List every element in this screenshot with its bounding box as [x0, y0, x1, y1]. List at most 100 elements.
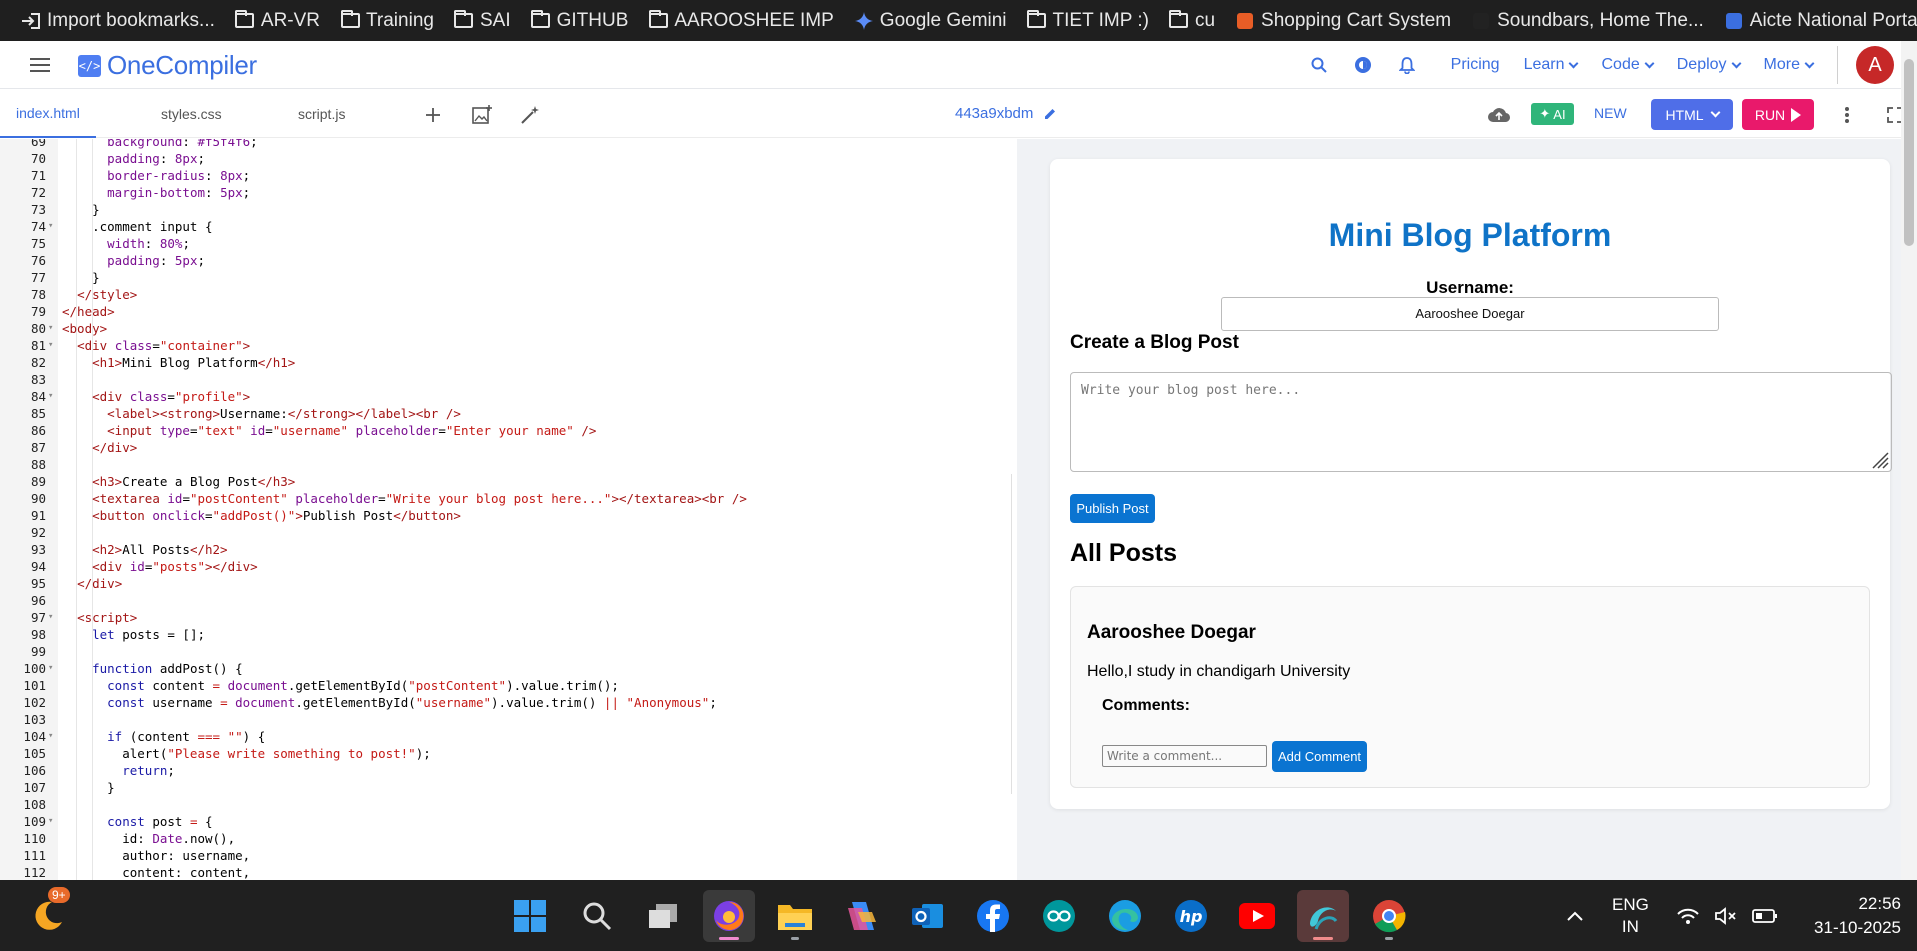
username-input[interactable]: Aarooshee Doegar: [1221, 297, 1719, 331]
volume-muted-icon[interactable]: [1714, 906, 1738, 925]
outlook-icon[interactable]: [901, 890, 953, 942]
scrollbar-thumb[interactable]: [1904, 59, 1914, 246]
fold-arrow-icon[interactable]: ▾: [48, 813, 53, 830]
bookmark-item[interactable]: TIET IMP :): [1018, 0, 1160, 41]
hp-icon[interactable]: hp: [1165, 890, 1217, 942]
bookmark-label: Shopping Cart System: [1261, 9, 1452, 31]
code-line: 112 content: content,: [0, 864, 1016, 880]
post-content-textarea[interactable]: Write your blog post here...: [1070, 372, 1892, 472]
nav-code[interactable]: Code: [1589, 56, 1664, 74]
nav-more[interactable]: More: [1752, 56, 1825, 74]
code-editor[interactable]: 69 background: #f5f4f6; 70 padding: 8px; 7…: [0, 139, 1016, 880]
cloud-upload-icon[interactable]: [1487, 103, 1511, 127]
code-line: 103: [0, 711, 1016, 728]
firefox-icon[interactable]: [703, 890, 755, 942]
task-view-icon[interactable]: [637, 890, 689, 942]
battery-icon[interactable]: [1752, 908, 1778, 924]
bookmark-label: SAI: [479, 9, 511, 31]
add-file-icon[interactable]: [421, 103, 445, 127]
fold-arrow-icon[interactable]: ▾: [48, 388, 53, 405]
site-icon: [1235, 12, 1255, 29]
app-icon[interactable]: [1297, 890, 1349, 942]
fold-arrow-icon[interactable]: ▾: [48, 609, 53, 626]
menu-icon[interactable]: [30, 58, 50, 72]
clock[interactable]: 22:56 31-10-2025: [1791, 880, 1901, 951]
bookmark-item[interactable]: Aicte National Portal -...: [1715, 0, 1917, 41]
code-line: 111 author: username,: [0, 847, 1016, 864]
post-author: Aarooshee Doegar: [1087, 622, 1256, 643]
arduino-icon[interactable]: [1033, 890, 1085, 942]
code-text: <textarea id="postContent" placeholder="…: [92, 491, 747, 506]
nav-learn[interactable]: Learn: [1512, 56, 1590, 74]
line-number: 88: [30, 457, 46, 472]
language-select[interactable]: HTML: [1651, 99, 1733, 130]
ai-button[interactable]: ✦ AI: [1531, 103, 1574, 125]
wifi-icon[interactable]: [1676, 907, 1700, 925]
bookmark-item[interactable]: GITHUB: [522, 0, 640, 41]
bookmark-item[interactable]: Soundbars, Home The...: [1462, 0, 1715, 41]
code-line: 73 }: [0, 201, 1016, 218]
code-line: 95 </div>: [0, 575, 1016, 592]
bookmark-item[interactable]: Import bookmarks...: [12, 0, 226, 41]
run-button[interactable]: RUN: [1742, 99, 1814, 130]
facebook-icon[interactable]: [967, 890, 1019, 942]
search-icon[interactable]: [1297, 57, 1341, 73]
bookmark-item[interactable]: SAI: [445, 0, 522, 41]
theme-toggle-icon[interactable]: [1341, 56, 1385, 74]
windows-start-icon[interactable]: [504, 890, 556, 942]
magic-wand-icon[interactable]: [518, 103, 542, 127]
bookmark-item[interactable]: cu: [1160, 0, 1226, 41]
code-line: 106 return;: [0, 762, 1016, 779]
avatar[interactable]: A: [1856, 46, 1894, 84]
publish-post-button[interactable]: Publish Post: [1070, 494, 1155, 523]
fold-arrow-icon[interactable]: ▾: [48, 218, 53, 235]
weather-widget[interactable]: 9+: [22, 887, 74, 942]
show-hidden-icons[interactable]: [1566, 880, 1584, 951]
bookmark-item[interactable]: Google Gemini: [845, 0, 1018, 41]
logo[interactable]: </> OneCompiler: [78, 50, 257, 81]
logo-text: OneCompiler: [107, 50, 257, 80]
copilot-icon[interactable]: [835, 890, 887, 942]
add-image-icon[interactable]: [470, 103, 494, 127]
line-number: 92: [30, 525, 46, 540]
language-indicator[interactable]: ENG IN: [1612, 880, 1649, 951]
resize-handle-icon[interactable]: [1869, 449, 1889, 469]
line-number: 86: [30, 423, 46, 438]
notifications-icon[interactable]: [1385, 56, 1429, 74]
chrome-icon[interactable]: [1363, 890, 1415, 942]
bookmark-item[interactable]: Training: [331, 0, 445, 41]
bookmark-item[interactable]: AAROOSHEE IMP: [639, 0, 844, 41]
code-line: 71 border-radius: 8px;: [0, 167, 1016, 184]
line-number: 94: [30, 559, 46, 574]
youtube-icon[interactable]: [1231, 890, 1283, 942]
line-number: 112: [23, 865, 46, 880]
edge-icon[interactable]: [1099, 890, 1151, 942]
code-line: 100 ▾ function addPost() {: [0, 660, 1016, 677]
page-scrollbar[interactable]: [1901, 41, 1917, 880]
tab-styles-css[interactable]: styles.css: [161, 90, 222, 138]
fold-arrow-icon[interactable]: ▾: [48, 660, 53, 677]
fold-arrow-icon[interactable]: ▾: [48, 728, 53, 745]
fold-arrow-icon[interactable]: ▾: [48, 337, 53, 354]
bookmark-item[interactable]: AR-VR: [226, 0, 331, 41]
line-number: 79: [30, 304, 46, 319]
add-comment-button[interactable]: Add Comment: [1272, 741, 1367, 772]
tab-index-html[interactable]: index.html: [0, 90, 96, 138]
tab-script-js[interactable]: script.js: [298, 90, 345, 138]
chevron-down-icon: [1710, 107, 1721, 118]
new-button[interactable]: NEW: [1594, 105, 1627, 121]
search-icon[interactable]: [571, 890, 623, 942]
nav-pricing[interactable]: Pricing: [1439, 56, 1512, 74]
line-number: 85: [30, 406, 46, 421]
file-id[interactable]: 443a9xbdm: [955, 105, 1057, 122]
edit-pencil-icon[interactable]: [1043, 107, 1057, 121]
system-tray[interactable]: [1676, 880, 1778, 951]
bookmark-item[interactable]: Shopping Cart System: [1226, 0, 1462, 41]
code-text: let posts = [];: [92, 627, 205, 642]
code-line: 76 padding: 5px;: [0, 252, 1016, 269]
nav-deploy[interactable]: Deploy: [1665, 56, 1752, 74]
file-explorer-icon[interactable]: [769, 890, 821, 942]
comment-input[interactable]: Write a comment...: [1102, 745, 1267, 767]
more-vertical-icon[interactable]: [1835, 103, 1859, 127]
fold-arrow-icon[interactable]: ▾: [48, 320, 53, 337]
